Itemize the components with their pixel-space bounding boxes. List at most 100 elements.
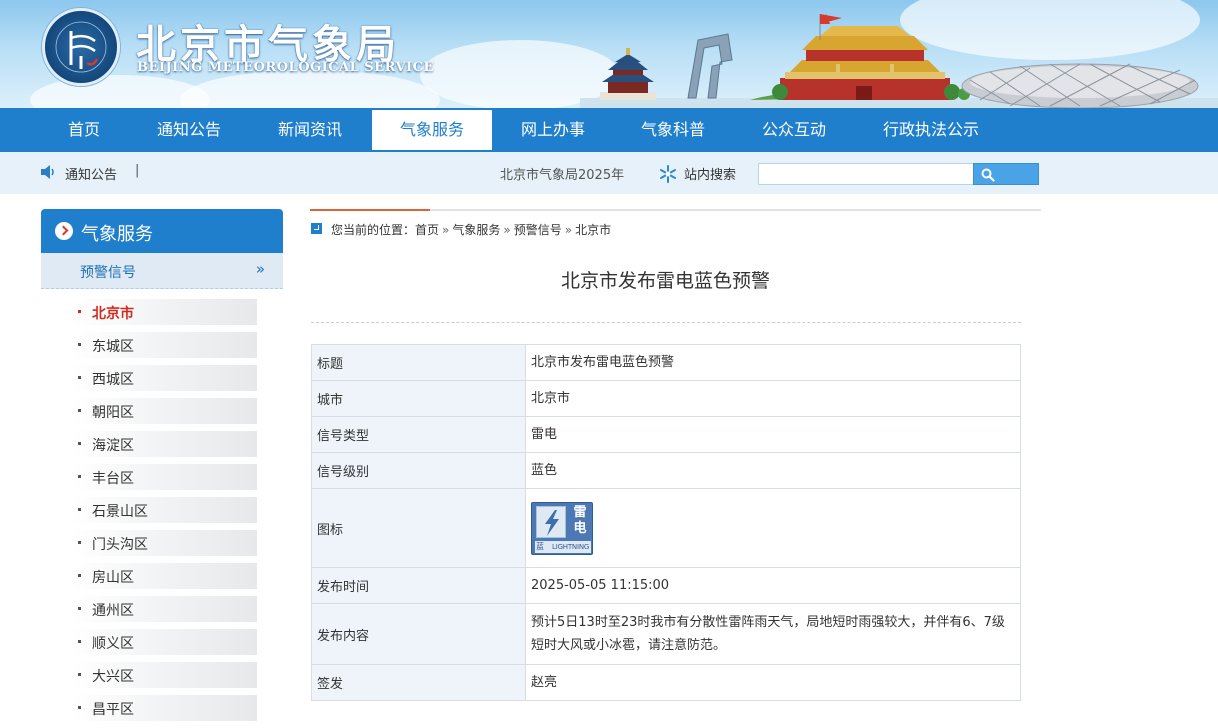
sidebar-item-daxing[interactable]: 大兴区 [72,662,257,688]
bullet-icon [78,673,81,676]
cma-logo[interactable] [42,8,120,86]
sidebar-item-label: 丰台区 [92,471,134,487]
sidebar-item-fengtai[interactable]: 丰台区 [72,464,257,490]
sidebar-item-label: 西城区 [92,372,134,388]
sidebar-item-beijing[interactable]: 北京市 [72,299,257,325]
row-key-signer: 签发 [311,664,526,701]
sidebar-item-shijingshan[interactable]: 石景山区 [72,497,257,523]
sidebar-item-mentougou[interactable]: 门头沟区 [72,530,257,556]
bullet-icon [78,442,81,445]
breadcrumb-prefix: 您当前的位置： [331,223,416,237]
warning-icon-english-label: LIGHTNING [552,542,590,551]
sidebar-item-changping[interactable]: 昌平区 [72,695,257,721]
sidebar-item-fangshan[interactable]: 房山区 [72,563,257,589]
row-value-content: 预计5日13时至23时我市有分散性雷阵雨天气，局地短时雨强较大，并伴有6、7级短… [525,603,1021,665]
table-row: 签发 赵亮 [311,664,1021,701]
site-subtitle: BEIJING METEOROLOGICAL SERVICE [137,60,434,75]
row-key-content: 发布内容 [311,603,526,665]
bullet-icon [78,343,81,346]
nav-home[interactable]: 首页 [24,108,144,152]
title-dashed-divider [311,322,1021,323]
bullet-icon [78,706,81,709]
row-key-signal-type: 信号类型 [311,416,526,453]
sidebar-district-list: 北京市 东城区 西城区 朝阳区 海淀区 丰台区 石景山区 门头沟区 房山区 通州… [72,299,257,728]
search-label: 站内搜索 [684,168,737,183]
bullet-icon [78,409,81,412]
nav-news[interactable]: 新闻资讯 [250,108,370,152]
location-arrow-icon [311,223,322,234]
sidebar-item-label: 顺义区 [92,636,134,652]
main-nav: 首页 通知公告 新闻资讯 气象服务 网上办事 气象科普 公众互动 行政执法公示 [0,108,1218,152]
breadcrumb-beijing[interactable]: 北京市 [575,223,611,237]
nav-weather-service[interactable]: 气象服务 [372,110,492,150]
table-row: 城市 北京市 [311,380,1021,417]
lightning-bolt-icon [545,509,559,536]
search-button[interactable] [973,163,1039,185]
warning-icon-char-top: 雷 [573,504,587,520]
breadcrumb-weather-service[interactable]: 气象服务 [452,223,500,237]
sidebar-item-haidian[interactable]: 海淀区 [72,431,257,457]
row-key-title: 标题 [311,344,526,381]
sidebar-section-warning-signals[interactable]: 预警信号 » [41,253,283,289]
row-value-signal-type: 雷电 [525,416,1021,453]
sidebar-item-dongcheng[interactable]: 东城区 [72,332,257,358]
content-divider [310,209,1041,211]
sidebar-item-label: 石景山区 [92,504,148,520]
sidebar-item-label: 海淀区 [92,438,134,454]
warning-icon-level-char: 蓝 [536,541,544,551]
double-chevron-icon: » [255,260,265,278]
table-row: 发布时间 2025-05-05 11:15:00 [311,567,1021,604]
article-title: 北京市发布雷电蓝色预警 [560,270,770,292]
bullet-icon [78,541,81,544]
sidebar-item-label: 房山区 [92,570,134,586]
sidebar-section-label: 预警信号 [80,265,136,281]
sidebar-item-xicheng[interactable]: 西城区 [72,365,257,391]
magnifier-icon [981,168,995,182]
speaker-icon [41,165,54,179]
sidebar-item-chaoyang[interactable]: 朝阳区 [72,398,257,424]
table-row: 信号级别 蓝色 [311,452,1021,489]
sidebar-title: 气象服务 [81,224,153,245]
notice-marquee[interactable]: 北京市气象局2025年 [500,164,624,183]
bullet-icon [78,376,81,379]
nav-notices[interactable]: 通知公告 [129,108,249,152]
sidebar-item-label: 通州区 [92,603,134,619]
search-input[interactable] [758,163,974,185]
bullet-icon [78,310,81,313]
row-key-signal-level: 信号级别 [311,452,526,489]
breadcrumb-warning-signals[interactable]: 预警信号 [514,223,562,237]
row-value-signer: 赵亮 [525,664,1021,701]
row-value-title: 北京市发布雷电蓝色预警 [525,344,1021,381]
row-value-signal-level: 蓝色 [525,452,1021,489]
row-key-city: 城市 [311,380,526,417]
nav-online-services[interactable]: 网上办事 [493,108,613,152]
bullet-icon [78,508,81,511]
breadcrumb-separator: » [442,223,450,237]
row-value-city: 北京市 [525,380,1021,417]
bullet-icon [78,607,81,610]
nav-public-interaction[interactable]: 公众互动 [734,108,854,152]
table-row: 发布内容 预计5日13时至23时我市有分散性雷阵雨天气，局地短时雨强较大，并伴有… [311,603,1021,665]
table-row: 图标 雷 电 蓝 LIGHTNING [311,488,1021,568]
table-row: 标题 北京市发布雷电蓝色预警 [311,344,1021,381]
notice-label[interactable]: 通知公告 [65,164,117,183]
sidebar-item-label: 东城区 [92,339,134,355]
sidebar-item-label: 昌平区 [92,702,134,718]
warning-icon-chinese-text: 雷 电 [571,505,589,537]
nav-science[interactable]: 气象科普 [613,108,733,152]
sidebar-item-label: 朝阳区 [92,405,134,421]
breadcrumb: 您当前的位置：首页» 气象服务» 预警信号» 北京市 [331,221,611,238]
nav-law-enforcement[interactable]: 行政执法公示 [866,108,996,152]
beijing-landmarks-illustration [580,14,1218,108]
warning-info-table: 标题 北京市发布雷电蓝色预警 城市 北京市 信号类型 雷电 信号级别 蓝色 图标… [311,344,1021,701]
sidebar-item-label: 北京市 [92,306,134,322]
table-row: 信号类型 雷电 [311,416,1021,453]
sidebar-item-shunyi[interactable]: 顺义区 [72,629,257,655]
sidebar-header: 气象服务 [41,209,283,253]
sidebar-item-label: 大兴区 [92,669,134,685]
sidebar-item-tongzhou[interactable]: 通州区 [72,596,257,622]
warning-icon-char-mid: 电 [573,520,587,536]
breadcrumb-home[interactable]: 首页 [415,223,439,237]
row-key-publish-time: 发布时间 [311,567,526,604]
snowflake-icon [660,165,676,183]
